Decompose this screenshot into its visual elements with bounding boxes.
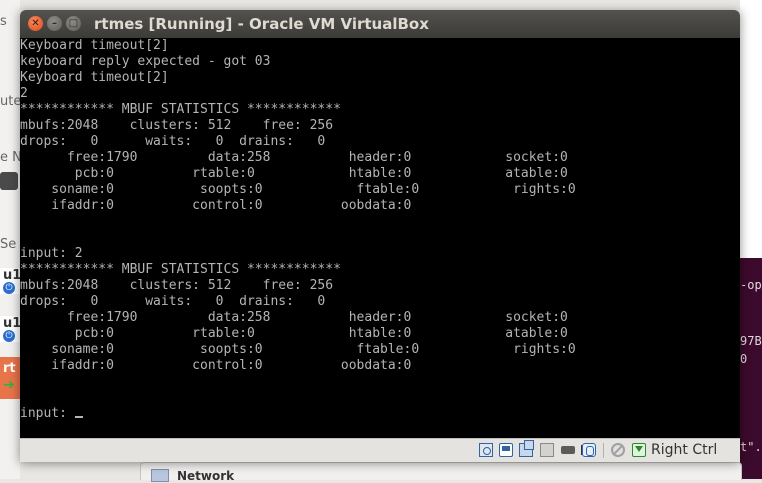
console-line: ifaddr:0 control:0 oobdata:0 [20, 358, 412, 373]
console-line: pcb:0 rtable:0 htable:0 atable:0 [20, 326, 568, 341]
console-line: mbufs:2048 clusters: 512 free: 256 [20, 118, 334, 133]
background-terminal: -op 97B 0 t". [740, 258, 762, 479]
vm-display[interactable]: Keyboard timeout[2] keyboard reply expec… [20, 38, 740, 438]
background-button [0, 172, 18, 190]
close-button[interactable]: ✕ [28, 16, 43, 31]
console-output: Keyboard timeout[2] keyboard reply expec… [20, 38, 576, 422]
minimize-button[interactable]: – [47, 16, 62, 31]
no-entry-icon[interactable] [611, 443, 625, 457]
maximize-button[interactable]: □ [66, 16, 81, 31]
console-line: ifaddr:0 control:0 oobdata:0 [20, 198, 412, 213]
console-line: input: 2 [20, 246, 83, 261]
virtualbox-window: ✕ – □ rtmes [Running] - Oracle VM Virtua… [20, 10, 740, 462]
background-network-panel: Network [140, 462, 742, 483]
network-panel-label: Network [177, 469, 235, 483]
console-prompt[interactable]: input: [20, 406, 75, 421]
title-bar[interactable]: ✕ – □ rtmes [Running] - Oracle VM Virtua… [20, 10, 740, 38]
usb-icon[interactable] [561, 446, 575, 454]
background-vm-row: u1 ⏻ [0, 268, 22, 294]
background-vm-row: u1 ⏻ [0, 316, 22, 342]
console-line: 2 [20, 86, 28, 101]
network-panel-icon [151, 469, 169, 482]
background-selected-vm-row: rt ➔ [0, 357, 20, 399]
console-line: free:1790 data:258 header:0 socket:0 [20, 150, 568, 165]
status-separator [603, 443, 604, 458]
background-text: s [0, 14, 7, 29]
host-key-arrow-icon[interactable] [632, 443, 646, 457]
background-text: Se [0, 237, 17, 252]
optical-drive-icon[interactable] [499, 443, 513, 457]
console-line: ************ MBUF STATISTICS ***********… [20, 262, 341, 277]
shared-folders-icon[interactable] [540, 443, 554, 457]
console-line: pcb:0 rtable:0 htable:0 atable:0 [20, 166, 568, 181]
console-line: drops: 0 waits: 0 drains: 0 [20, 294, 326, 309]
background-right-white [740, 0, 762, 258]
background-terminal-text: t". [740, 440, 762, 454]
background-terminal-text: 0 [740, 352, 748, 366]
background-text: ute [0, 94, 22, 109]
window-title: rtmes [Running] - Oracle VM VirtualBox [94, 15, 429, 33]
mouse-integration-icon[interactable] [582, 443, 596, 457]
running-arrow-icon: ➔ [3, 377, 15, 393]
background-left-panel: s ute e N Se u1 ⏻ u1 ⏻ rt ➔ [0, 0, 22, 479]
text-cursor [74, 416, 83, 418]
console-line: soname:0 soopts:0 ftable:0 rights:0 [20, 182, 576, 197]
network-icon[interactable] [519, 440, 534, 457]
hard-disk-icon[interactable] [479, 443, 493, 457]
console-line: Keyboard timeout[2] [20, 70, 169, 85]
background-vm-name: rt [3, 361, 16, 376]
background-terminal-text: -op [740, 278, 762, 292]
console-line: soname:0 soopts:0 ftable:0 rights:0 [20, 342, 576, 357]
power-icon: ⏻ [3, 330, 15, 342]
console-line: mbufs:2048 clusters: 512 free: 256 [20, 278, 334, 293]
console-line: drops: 0 waits: 0 drains: 0 [20, 134, 326, 149]
power-icon: ⏻ [3, 282, 15, 294]
background-vm-name: u1 [3, 268, 22, 283]
background-vm-name: u1 [3, 316, 22, 331]
host-key-label: Right Ctrl [651, 442, 718, 458]
console-line: Keyboard timeout[2] [20, 38, 169, 53]
status-bar: Right Ctrl [20, 438, 740, 462]
background-terminal-text: 97B [740, 334, 762, 348]
background-text: e N [0, 150, 22, 165]
console-line: keyboard reply expected - got 03 [20, 54, 271, 69]
console-line: free:1790 data:258 header:0 socket:0 [20, 310, 568, 325]
console-line: ************ MBUF STATISTICS ***********… [20, 102, 341, 117]
